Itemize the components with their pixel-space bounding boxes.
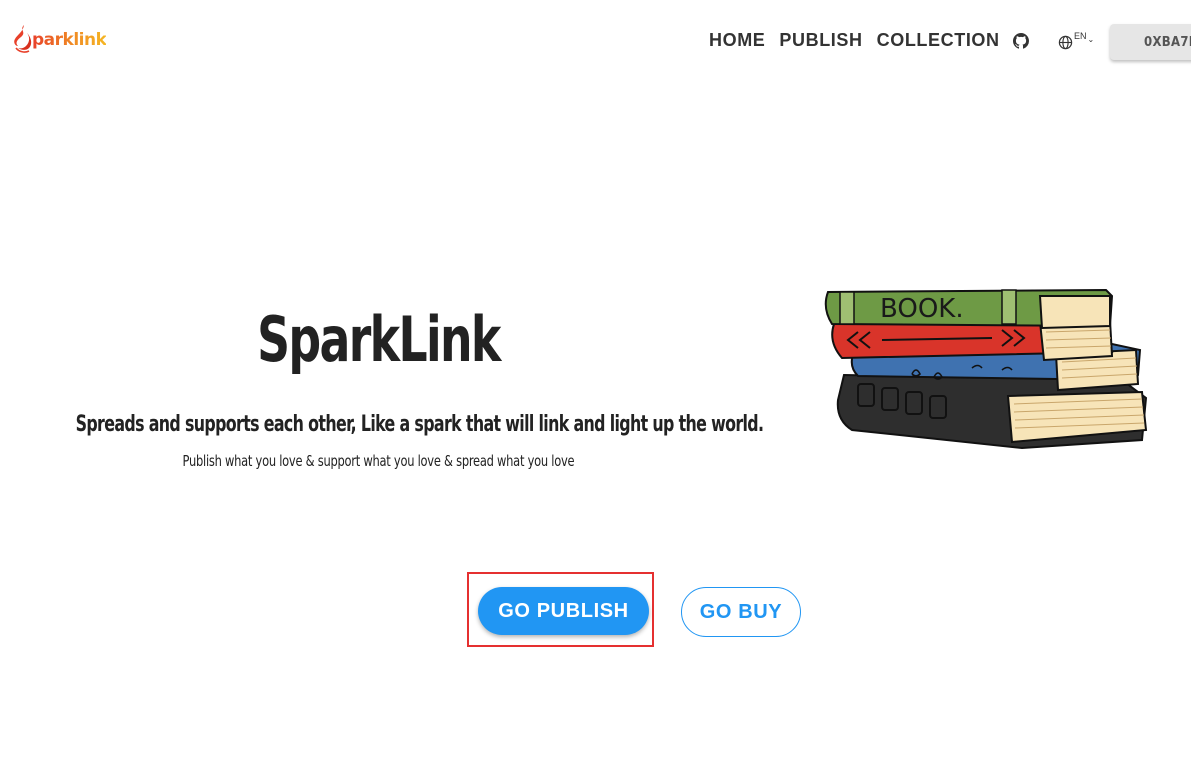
nav-publish[interactable]: PUBLISH <box>779 30 862 51</box>
wallet-address: 0XBA7D <box>1144 34 1191 50</box>
nav-home[interactable]: HOME <box>709 30 765 51</box>
book-label: BOOK. <box>880 294 964 324</box>
language-code: EN <box>1074 31 1087 41</box>
nav-collection[interactable]: COLLECTION <box>877 30 1000 51</box>
logo-text: parklink <box>32 30 107 50</box>
spark-logo-icon <box>14 25 32 53</box>
language-selector[interactable]: EN ⌄ <box>1058 31 1095 50</box>
go-publish-label: GO PUBLISH <box>498 599 629 622</box>
page: parklink HOME PUBLISH COLLECTION EN ⌄ 0X… <box>0 0 1191 757</box>
books-illustration: BOOK. <box>824 288 1148 450</box>
go-publish-button[interactable]: GO PUBLISH <box>478 587 649 635</box>
logo[interactable]: parklink <box>12 22 107 56</box>
wallet-address-button[interactable]: 0XBA7D <box>1110 24 1191 60</box>
hero-title: SparkLink <box>257 303 501 376</box>
chevron-down-icon: ⌄ <box>1087 35 1095 44</box>
hero-subtitle: Publish what you love & support what you… <box>182 452 575 470</box>
globe-icon <box>1058 35 1073 50</box>
main-nav: HOME PUBLISH COLLECTION <box>709 30 1014 51</box>
go-buy-button[interactable]: GO BUY <box>681 587 801 637</box>
go-buy-label: GO BUY <box>699 600 783 623</box>
github-icon[interactable] <box>1013 33 1029 49</box>
hero-tagline: Spreads and supports each other, Like a … <box>75 412 764 437</box>
